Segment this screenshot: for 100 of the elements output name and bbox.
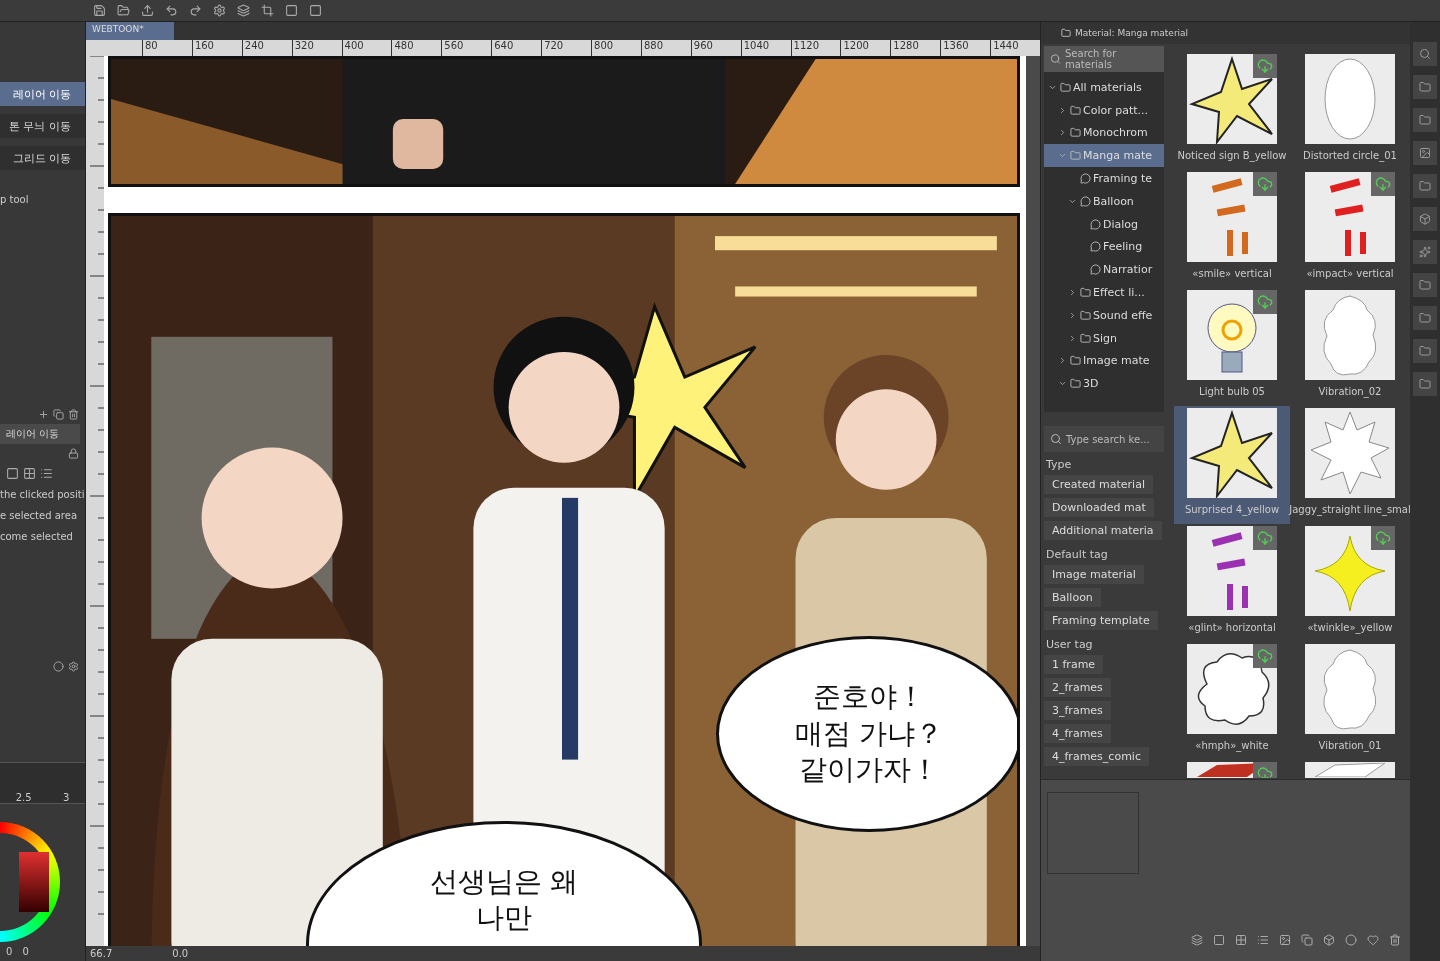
folder-icon xyxy=(1419,180,1431,192)
settings-icon[interactable] xyxy=(68,661,79,672)
square-icon xyxy=(1213,934,1225,946)
tag-search-field[interactable]: Type search ke... xyxy=(1044,426,1164,452)
balloon-text: 매점 가냐？ xyxy=(794,715,944,752)
tree-item[interactable]: Manga mate xyxy=(1044,144,1164,168)
sub-tool-item[interactable]: 레이어 이동 xyxy=(0,82,85,106)
filter-group-title: User tag xyxy=(1046,638,1094,651)
layers-icon xyxy=(1191,934,1203,946)
zoom-value[interactable]: 66.7 xyxy=(90,948,113,959)
toolbar-button[interactable] xyxy=(234,1,252,20)
view-button[interactable] xyxy=(1188,931,1206,949)
color-value: 0 xyxy=(6,946,13,957)
side-panel-button[interactable] xyxy=(1413,75,1437,99)
folder-icon xyxy=(1060,81,1071,93)
heart-icon xyxy=(1367,934,1379,946)
crop-icon xyxy=(260,4,274,17)
filter-group-title: Default tag xyxy=(1046,548,1109,561)
sparkles-icon xyxy=(1419,246,1431,258)
add-icon[interactable] xyxy=(38,409,49,420)
material-label: «impact» vertical xyxy=(1306,268,1394,279)
tag-button[interactable]: Framing template xyxy=(1044,611,1158,630)
circle-icon[interactable] xyxy=(53,661,64,672)
material-label: Distorted circle_01 xyxy=(1303,150,1397,161)
square-icon xyxy=(308,4,322,17)
tree-item[interactable]: Dialog xyxy=(1044,212,1164,236)
color-square[interactable] xyxy=(19,852,49,912)
view-button[interactable] xyxy=(1298,931,1316,949)
folder-icon xyxy=(1061,28,1071,38)
cube-icon xyxy=(1323,934,1335,946)
square-icon[interactable] xyxy=(6,467,19,480)
tree-item[interactable]: Balloon xyxy=(1044,190,1164,213)
tree-item[interactable]: All materials xyxy=(1044,76,1164,99)
speech-bubble-icon xyxy=(1080,173,1091,185)
property-tab[interactable]: 레이어 이동 xyxy=(0,424,80,444)
folder-icon xyxy=(1419,279,1431,291)
tag-button[interactable]: Additional materia xyxy=(1044,521,1162,540)
horizontal-ruler: 80 160 240 320 400 480 560 640 720 800 880 960 1040 1120 1200 1280 1360 1440 xyxy=(86,40,1040,56)
side-panel-button[interactable] xyxy=(1413,174,1437,198)
side-panel-button[interactable] xyxy=(1413,306,1437,330)
tree-item[interactable]: Image mate xyxy=(1044,349,1164,373)
tag-button[interactable]: 4_frames_comic xyxy=(1044,747,1149,766)
tree-item[interactable]: Color patt... xyxy=(1044,98,1164,122)
square-icon xyxy=(284,4,298,17)
speech-bubble-icon xyxy=(1090,241,1101,253)
tree-item[interactable]: 3D xyxy=(1044,372,1164,396)
grid-icon[interactable] xyxy=(23,467,36,480)
material-item[interactable]: Surprised 4_yellow xyxy=(1174,406,1290,524)
copy-icon xyxy=(1301,934,1313,946)
tree-item[interactable]: Sign xyxy=(1044,326,1164,350)
trash-icon xyxy=(1389,934,1401,946)
grid-icon xyxy=(1235,934,1247,946)
balloon-text: 나만 xyxy=(476,900,532,937)
tag-button[interactable]: 2_frames xyxy=(1044,678,1111,697)
side-panel-button[interactable] xyxy=(1413,108,1437,132)
copy-icon[interactable] xyxy=(53,409,64,420)
tag-button[interactable]: Downloaded mat xyxy=(1044,498,1154,517)
sub-tool-item[interactable]: 그리드 이동 xyxy=(0,146,85,170)
tree-item[interactable]: Sound effe xyxy=(1044,303,1164,327)
angle-value[interactable]: 0.0 xyxy=(172,948,189,959)
document-tab[interactable]: WEBTOON* xyxy=(86,22,174,40)
side-panel-button[interactable] xyxy=(1413,240,1437,264)
scale-bar: 2.5 3 xyxy=(0,762,85,804)
speech-bubble-icon xyxy=(1090,218,1101,230)
tag-button[interactable]: 3_frames xyxy=(1044,701,1111,720)
undo-icon xyxy=(164,4,178,17)
side-panel-button[interactable] xyxy=(1413,207,1437,231)
tag-button[interactable]: 4_frames xyxy=(1044,724,1111,743)
list-icon xyxy=(1257,934,1269,946)
image-icon xyxy=(1279,934,1291,946)
option-text: the clicked positi xyxy=(0,489,85,500)
tree-item[interactable]: Effect li... xyxy=(1044,281,1164,304)
tag-button[interactable]: Created material xyxy=(1044,475,1153,494)
side-panel-button[interactable] xyxy=(1413,339,1437,363)
folder-icon xyxy=(1419,312,1431,324)
tag-button[interactable]: Image material xyxy=(1044,565,1144,584)
tree-item[interactable]: Narratior xyxy=(1044,258,1164,282)
side-panel-button[interactable] xyxy=(1413,42,1437,66)
tree-item[interactable]: Monochrom xyxy=(1044,121,1164,145)
tree-item[interactable]: Framing te xyxy=(1044,167,1164,190)
view-button[interactable] xyxy=(1342,931,1360,949)
folder-icon xyxy=(1070,104,1081,116)
tag-button[interactable]: Balloon xyxy=(1044,588,1101,607)
search-icon xyxy=(1050,433,1062,445)
search-field[interactable]: Search for materials xyxy=(1044,46,1164,72)
side-panel-button[interactable] xyxy=(1413,141,1437,165)
tag-button[interactable]: 1 frame xyxy=(1044,655,1104,674)
material-label: Light bulb 05 xyxy=(1199,386,1265,397)
side-panel-button[interactable] xyxy=(1413,273,1437,297)
delete-icon[interactable] xyxy=(68,409,79,420)
material-label: «twinkle»_yellow xyxy=(1307,622,1393,633)
sub-tool-item[interactable]: 톤 무늬 이동 xyxy=(0,114,85,138)
search-icon xyxy=(1050,53,1061,65)
option-text: come selected xyxy=(0,531,74,542)
list-icon[interactable] xyxy=(40,467,53,480)
tree-item[interactable]: Feeling xyxy=(1044,235,1164,259)
side-panel-button[interactable] xyxy=(1413,372,1437,396)
folder-icon xyxy=(1419,81,1431,93)
lock-icon[interactable] xyxy=(68,448,79,459)
color-value: 0 xyxy=(22,946,29,957)
